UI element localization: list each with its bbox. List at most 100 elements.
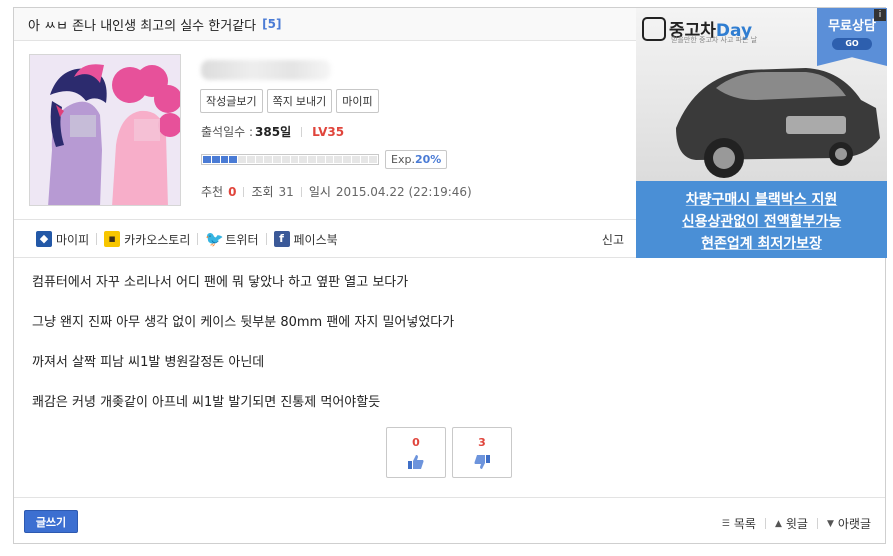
post-body: 컴퓨터에서 자꾸 소리나서 어디 팬에 뭐 닿았나 하고 옆판 열고 보다가 그… <box>32 276 872 436</box>
ad-banner[interactable]: 중고차Day 믿을만한 중고차 사고 파는 날 무료상담 GO i 차량구매시 … <box>636 8 887 258</box>
view-posts-button[interactable]: 작성글보기 <box>200 89 263 113</box>
kakaostory-icon: ▪ <box>104 231 121 247</box>
upvote-count: 0 <box>412 436 420 449</box>
mypi-icon: ◆ <box>36 231 52 247</box>
ad-image-area: 중고차Day 믿을만한 중고차 사고 파는 날 무료상담 GO i <box>636 8 887 181</box>
divider <box>243 186 245 197</box>
exp-label: Exp.20% <box>385 150 448 169</box>
avatar <box>29 54 181 206</box>
thumbs-down-icon <box>474 455 490 469</box>
go-button[interactable]: GO <box>832 38 872 50</box>
post-frame: 아 ㅆㅂ 존나 내인생 최고의 실수 한거같다 [5] 작성글보기 쪽지 보내기… <box>13 7 887 544</box>
exp-segment <box>369 156 377 163</box>
post-stats: 추천 0 조회 31 일시 2015.04.22 (22:19:46) <box>201 183 472 200</box>
exp-segment <box>334 156 342 163</box>
ad-line: 신용상관없이 전액할부가능 <box>681 214 842 230</box>
exp-segment <box>290 156 299 163</box>
exp-segment <box>308 156 316 163</box>
divider <box>764 518 766 529</box>
exp-segment <box>246 156 255 163</box>
exp-segment <box>299 156 307 163</box>
share-bar: ◆ 마이피 ▪ 카카오스토리 🐦 트위터 f 페이스북 신고 <box>14 221 636 258</box>
post-title: 아 ㅆㅂ 존나 내인생 최고의 실수 한거같다 <box>28 18 257 34</box>
exp-segment <box>343 156 351 163</box>
prev-post-label: 윗글 <box>785 517 808 531</box>
share-facebook-label: 페이스북 <box>293 232 338 247</box>
author-nickname-blurred <box>201 60 331 80</box>
share-kakaostory-label: 카카오스토리 <box>124 232 191 247</box>
post-navigation: ☰ 목록 ▲ 윗글 ▼ 아랫글 <box>722 515 871 532</box>
post-paragraph: 쾌감은 커녕 개좆같이 아프네 씨1발 발기되면 진통제 먹어야할듯 <box>32 395 381 410</box>
post-title-bar: 아 ㅆㅂ 존나 내인생 최고의 실수 한거같다 [5] <box>14 8 636 41</box>
mypi-button[interactable]: 마이피 <box>336 89 379 113</box>
views-count: 31 <box>278 184 294 199</box>
share-mypi[interactable]: ◆ 마이피 <box>36 231 89 248</box>
exp-segment <box>264 156 272 163</box>
upvote-button[interactable]: 0 <box>386 427 446 478</box>
list-label: 목록 <box>733 517 756 531</box>
attendance-label: 출석일수 : <box>201 125 254 139</box>
exp-segment <box>325 156 334 163</box>
exp-segment <box>211 156 220 163</box>
comment-count[interactable]: [5] <box>262 17 281 31</box>
exp-segment <box>220 156 229 163</box>
share-facebook[interactable]: f 페이스북 <box>273 231 338 248</box>
twitter-icon: 🐦 <box>205 230 225 248</box>
divider <box>197 233 199 245</box>
caret-down-icon: ▼ <box>826 518 834 529</box>
exp-segment <box>273 156 281 163</box>
car-icon <box>642 16 666 41</box>
downvote-button[interactable]: 3 <box>452 427 512 478</box>
thumbs-up-icon <box>408 455 424 469</box>
downvote-count: 3 <box>478 436 486 449</box>
author-profile: 작성글보기 쪽지 보내기 마이피 출석일수 : 385일 LV35 Exp.20… <box>14 42 636 220</box>
write-button[interactable]: 글쓰기 <box>24 510 78 533</box>
ad-line: 차량구매시 블랙박스 지원 <box>685 192 838 208</box>
list-link[interactable]: ☰ 목록 <box>722 515 756 532</box>
send-message-button[interactable]: 쪽지 보내기 <box>266 89 333 113</box>
exp-segment <box>203 156 211 163</box>
post-paragraph: 그냥 왠지 진짜 아무 생각 없이 케이스 뒷부분 80mm 팬에 자지 밀어넣… <box>32 315 455 330</box>
views-label: 조회 <box>251 185 274 199</box>
ad-line: 현존업계 최저가보장 <box>701 236 822 252</box>
divider <box>96 233 98 245</box>
exp-segment <box>360 156 369 163</box>
exp-row: Exp.20% <box>201 150 448 169</box>
prev-post-link[interactable]: ▲ 윗글 <box>775 515 808 532</box>
date-label: 일시 <box>308 185 331 199</box>
exp-segment <box>238 156 246 163</box>
report-link[interactable]: 신고 <box>602 231 624 248</box>
share-mypi-label: 마이피 <box>56 232 90 247</box>
attendance-row: 출석일수 : 385일 LV35 <box>201 123 344 140</box>
share-twitter-label: 트위터 <box>225 232 259 247</box>
exp-segment <box>351 156 360 163</box>
vote-buttons: 0 3 <box>386 427 512 478</box>
share-kakaostory[interactable]: ▪ 카카오스토리 <box>104 231 190 248</box>
next-post-label: 아랫글 <box>837 517 871 531</box>
next-post-link[interactable]: ▼ 아랫글 <box>827 515 871 532</box>
post-footer: 글쓰기 ☰ 목록 ▲ 윗글 ▼ 아랫글 <box>14 497 885 544</box>
post-paragraph: 까져서 살짝 피남 씨1발 병원갈정돈 아닌데 <box>32 355 265 370</box>
recommend-count: 0 <box>228 184 237 199</box>
exp-segment <box>281 156 290 163</box>
caret-up-icon: ▲ <box>774 518 782 529</box>
free-consult-label: 무료상담 <box>828 19 876 34</box>
exp-value: 20% <box>414 153 442 166</box>
ad-info-icon[interactable]: i <box>874 9 886 21</box>
profile-buttons: 작성글보기 쪽지 보내기 마이피 <box>200 89 379 113</box>
exp-label-text: Exp. <box>391 153 415 166</box>
exp-progress-bar <box>201 154 379 165</box>
ad-text-area: 차량구매시 블랙박스 지원 신용상관없이 전액할부가능 현존업계 최저가보장 <box>636 181 887 258</box>
post-date: 2015.04.22 (22:19:46) <box>335 184 472 199</box>
share-twitter[interactable]: 🐦 트위터 <box>205 231 258 248</box>
list-icon: ☰ <box>721 518 730 529</box>
divider <box>265 233 267 245</box>
divider <box>301 126 303 137</box>
ad-logo-subtitle: 믿을만한 중고차 사고 파는 날 <box>671 36 758 44</box>
recommend-label: 추천 <box>201 185 224 199</box>
facebook-icon: f <box>273 231 290 247</box>
exp-segment <box>255 156 264 163</box>
divider <box>300 186 302 197</box>
level-badge: LV35 <box>312 124 345 139</box>
exp-segment <box>316 156 325 163</box>
